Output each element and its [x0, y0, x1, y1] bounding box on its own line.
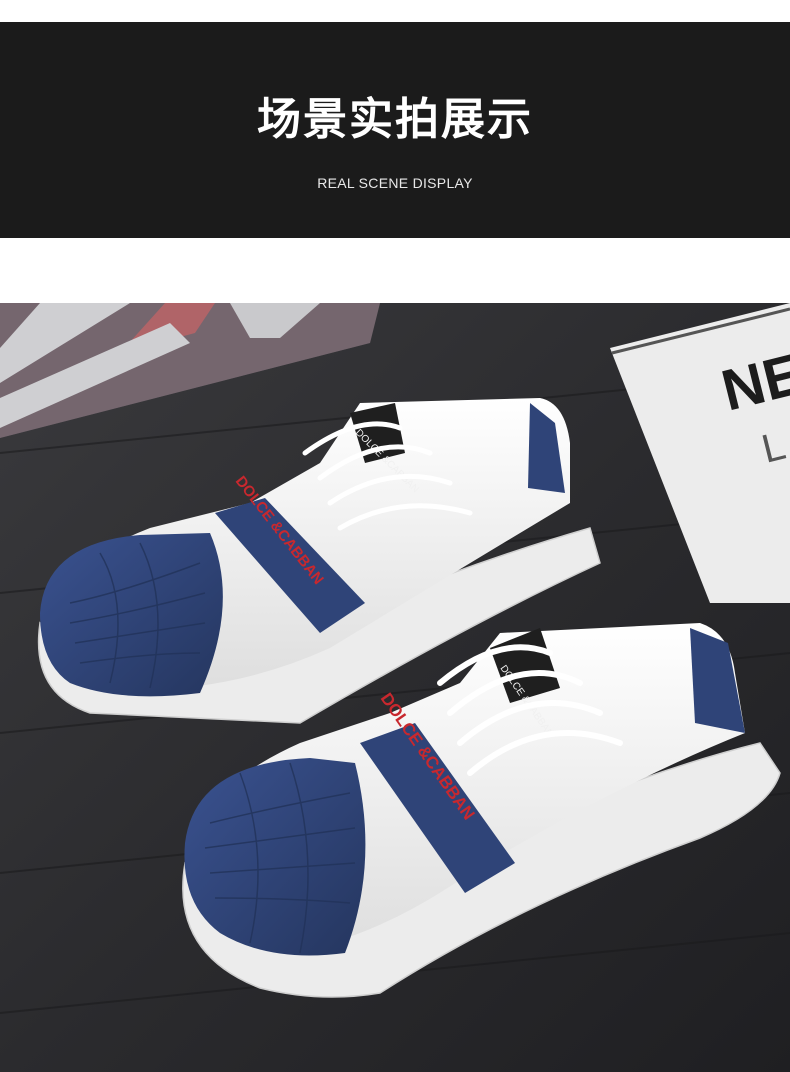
product-scene-photo: NE L DOLCE &CABBAN DOLCE &CABBAN DOLCE &… [0, 303, 790, 1072]
banner-subtitle: REAL SCENE DISPLAY [317, 175, 473, 191]
header-banner: 场景实拍展示 REAL SCENE DISPLAY [0, 22, 790, 238]
banner-title: 场景实拍展示 [257, 94, 533, 145]
